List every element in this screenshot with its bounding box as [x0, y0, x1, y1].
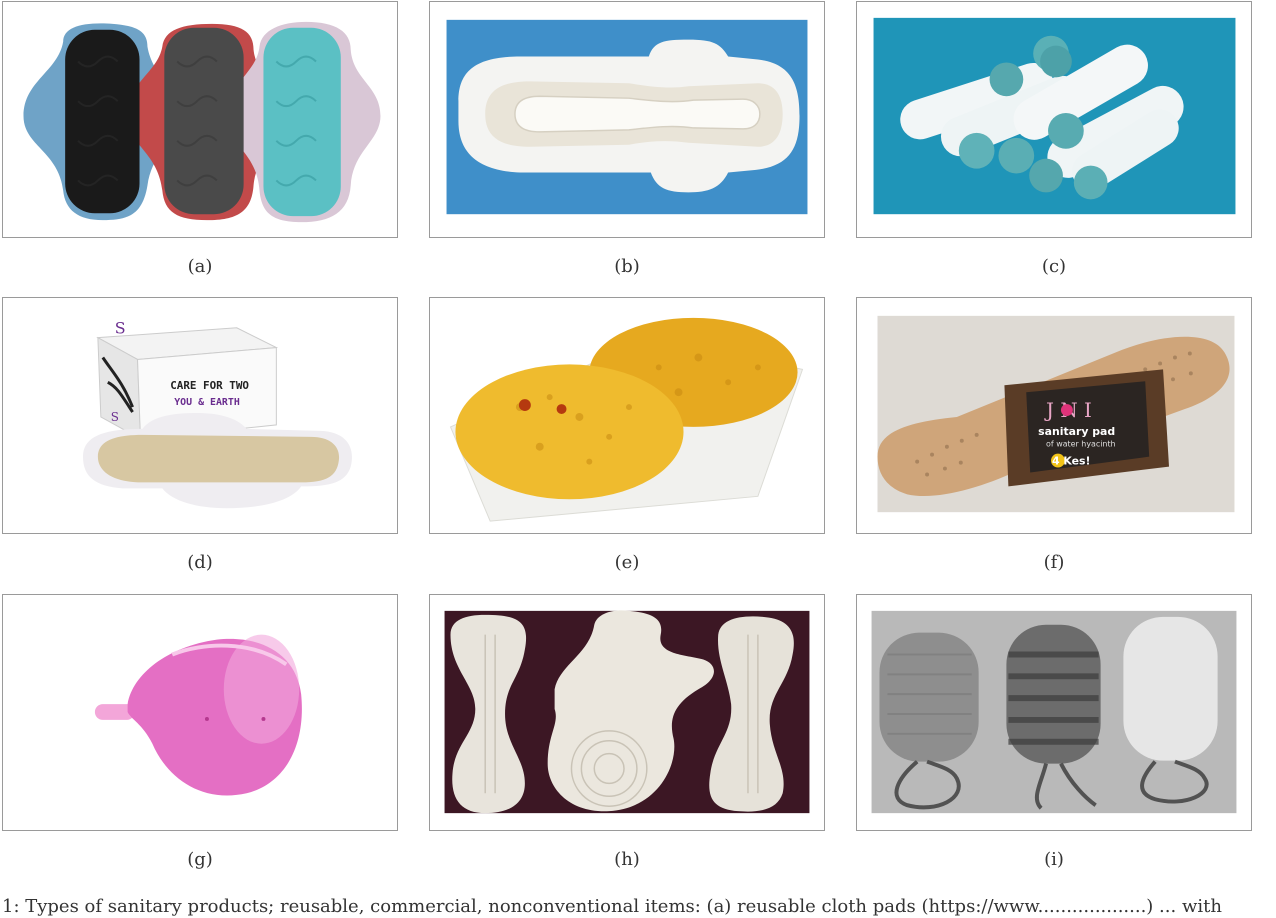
- eco-pad-image: CARE FOR TWO YOU & EARTH S S: [3, 298, 397, 533]
- menstrual-cup-image: [3, 595, 397, 830]
- figure-caption: 1: Types of sanitary products; reusable,…: [2, 896, 1222, 917]
- label-f: (f): [1043, 552, 1065, 573]
- box-line2: YOU & EARTH: [174, 397, 240, 408]
- knitted-tampons-image: [857, 595, 1251, 830]
- panel-g: [2, 594, 398, 831]
- panel-b: [429, 1, 825, 238]
- cloth-pads-image: [3, 2, 397, 237]
- panel-f: J N I sanitary pad of water hyacinth 4 K…: [856, 297, 1252, 534]
- panel-h: [429, 594, 825, 831]
- panel-i: [856, 594, 1252, 831]
- sea-sponges-image: [430, 298, 824, 533]
- label-h: (h): [614, 849, 640, 870]
- brand-subtitle-1: sanitary pad: [1038, 425, 1115, 438]
- tampons-image: [857, 2, 1251, 237]
- brand-tag: 4 Kes!: [1052, 455, 1090, 468]
- box-logo: S: [115, 319, 126, 338]
- label-e: (e): [614, 552, 640, 573]
- brand-subtitle-2: of water hyacinth: [1046, 440, 1116, 449]
- label-d: (d): [187, 552, 213, 573]
- panel-e: [429, 297, 825, 534]
- svg-text:S: S: [111, 410, 119, 424]
- box-line1: CARE FOR TWO: [170, 379, 249, 392]
- crochet-pads-image: [430, 595, 824, 830]
- water-hyacinth-pad-image: J N I sanitary pad of water hyacinth 4 K…: [857, 298, 1251, 533]
- disposable-pad-image: [430, 2, 824, 237]
- label-g: (g): [187, 849, 213, 870]
- label-b: (b): [614, 256, 640, 277]
- panel-c: [856, 1, 1252, 238]
- label-i: (i): [1044, 849, 1064, 870]
- panel-a: [2, 1, 398, 238]
- label-a: (a): [187, 256, 213, 277]
- panel-d: CARE FOR TWO YOU & EARTH S S: [2, 297, 398, 534]
- label-c: (c): [1041, 256, 1067, 277]
